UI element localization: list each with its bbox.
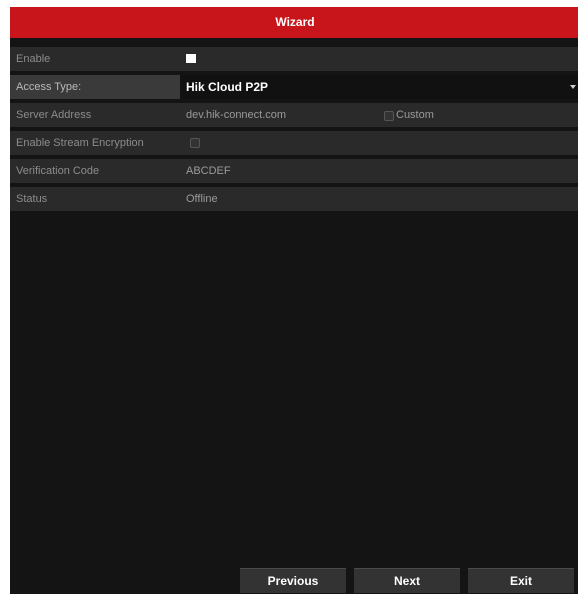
verification-code-row: Verification Code ABCDEF	[10, 159, 578, 183]
wizard-title: Wizard	[10, 7, 578, 38]
chevron-down-icon[interactable]	[570, 85, 576, 89]
enable-label: Enable	[16, 53, 51, 65]
wizard-footer: Previous Next Exit	[10, 564, 578, 594]
access-type-value[interactable]: Hik Cloud P2P	[186, 75, 578, 99]
status-value: Offline	[186, 193, 218, 205]
stream-encryption-checkbox[interactable]	[190, 138, 200, 148]
settings-form: Enable Access Type: Hik Cloud P2P Server…	[10, 47, 578, 215]
access-type-label: Access Type:	[16, 81, 82, 93]
enable-row: Enable	[10, 47, 578, 71]
server-address-label: Server Address	[16, 109, 92, 121]
enable-checkbox[interactable]	[186, 54, 196, 63]
server-address-row: Server Address dev.hik-connect.com Custo…	[10, 103, 578, 127]
stream-encryption-row: Enable Stream Encryption	[10, 131, 578, 155]
wizard-window: Wizard Enable Access Type: Hik Cloud P2P…	[10, 7, 578, 594]
next-button[interactable]: Next	[354, 568, 460, 593]
custom-label: Custom	[396, 109, 434, 121]
server-address-value: dev.hik-connect.com	[186, 109, 287, 121]
previous-button[interactable]: Previous	[240, 568, 346, 593]
access-type-row: Access Type: Hik Cloud P2P	[10, 75, 578, 99]
verification-code-label: Verification Code	[16, 165, 100, 177]
custom-checkbox[interactable]	[384, 111, 394, 121]
exit-button[interactable]: Exit	[468, 568, 574, 593]
verification-code-value: ABCDEF	[186, 165, 231, 177]
status-label: Status	[16, 193, 48, 205]
status-row: Status Offline	[10, 187, 578, 211]
stream-encryption-label: Enable Stream Encryption	[16, 137, 144, 149]
